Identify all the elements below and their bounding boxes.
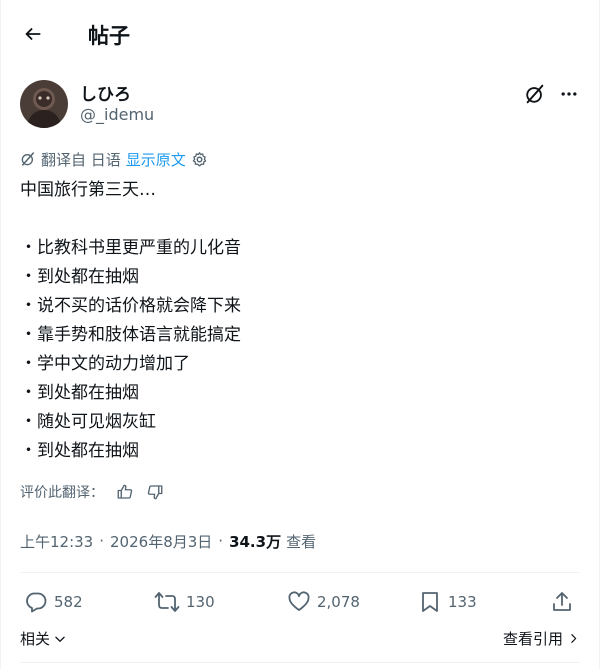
like-count: 2,078	[317, 593, 360, 611]
rate-translation: 评价此翻译：	[20, 481, 164, 503]
show-original-link[interactable]: 显示原文	[126, 149, 186, 170]
related-dropdown[interactable]: 相关	[20, 628, 67, 649]
share-button[interactable]	[550, 586, 574, 618]
gear-icon	[192, 151, 207, 167]
view-quotes-link[interactable]: 查看引用	[503, 628, 580, 649]
tweet-line: ・到处都在抽烟	[20, 441, 139, 461]
tweet-date[interactable]: 2026年8月3日	[110, 531, 212, 552]
chevron-right-icon	[571, 634, 577, 643]
repost-button[interactable]: 130	[154, 586, 215, 618]
more-options-button[interactable]	[555, 80, 583, 108]
related-label: 相关	[20, 630, 51, 648]
translation-settings-button[interactable]	[191, 151, 208, 168]
avatar[interactable]	[20, 80, 68, 128]
views-count: 34.3万	[229, 532, 282, 551]
tweet-line: ・比教科书里更严重的儿化音	[20, 238, 241, 258]
avatar-image	[20, 80, 68, 128]
grok-icon	[526, 84, 544, 104]
tweet-text: 中国旅行第三天… ・比教科书里更严重的儿化音 ・到处都在抽烟 ・说不买的话价格就…	[20, 176, 580, 466]
page-title: 帖子	[88, 24, 130, 48]
like-button[interactable]: 2,078	[287, 586, 360, 618]
divider	[20, 662, 580, 663]
bookmark-button[interactable]: 133	[418, 586, 477, 618]
reply-icon	[26, 592, 47, 613]
more-icon	[561, 92, 577, 96]
tweet-line: ・靠手势和肢体语言就能搞定	[20, 325, 241, 345]
tweet-line: ・说不买的话价格就会降下来	[20, 296, 241, 316]
grok-icon	[21, 152, 35, 166]
bookmark-icon	[422, 592, 438, 612]
heart-icon	[288, 591, 310, 611]
share-icon	[553, 592, 571, 611]
page-header: 帖子	[1, 0, 600, 68]
translated-from-label: 翻译自 日语	[41, 150, 121, 169]
divider	[20, 572, 580, 573]
view-quotes-label: 查看引用	[502, 630, 563, 648]
tweet-meta: 上午12:33 · 2026年8月3日 · 34.3万 查看	[20, 530, 316, 552]
arrow-left-icon	[25, 27, 41, 41]
grok-button[interactable]	[521, 80, 549, 108]
tweet-line	[20, 205, 580, 234]
post-page: 帖子 しひろ @_idemu 翻译自 日语 显示原文 中国旅行第三天… ・比教科…	[0, 0, 600, 669]
tweet-line: ・随处可见烟灰缸	[20, 412, 156, 432]
repost-count: 130	[186, 593, 215, 611]
tweet-line: 中国旅行第三天…	[20, 180, 156, 200]
translation-notice: 翻译自 日语 显示原文	[20, 148, 208, 170]
repost-icon	[154, 592, 180, 612]
views-label: 查看	[286, 532, 317, 551]
author-handle[interactable]: @_idemu	[80, 105, 154, 124]
back-button[interactable]	[15, 16, 51, 52]
meta-separator: ·	[99, 532, 105, 550]
tweet-time[interactable]: 上午12:33	[20, 531, 93, 552]
author-name[interactable]: しひろ	[80, 80, 131, 105]
reply-count: 582	[54, 593, 83, 611]
tweet-line: ・到处都在抽烟	[20, 267, 139, 287]
bookmark-count: 133	[448, 593, 477, 611]
tweet-line: ・到处都在抽烟	[20, 383, 139, 403]
thumbs-down-button[interactable]	[146, 483, 164, 501]
thumbs-up-button[interactable]	[116, 483, 134, 501]
thumbs-up-icon	[117, 484, 133, 499]
tweet-actions: 582 130 2,078 133	[20, 586, 582, 618]
reply-button[interactable]: 582	[24, 586, 83, 618]
thumbs-down-icon	[147, 485, 163, 500]
meta-separator: ·	[218, 532, 224, 550]
chevron-down-icon	[55, 636, 65, 642]
rate-translation-label: 评价此翻译：	[20, 485, 104, 501]
tweet-line: ・学中文的动力增加了	[20, 354, 190, 374]
